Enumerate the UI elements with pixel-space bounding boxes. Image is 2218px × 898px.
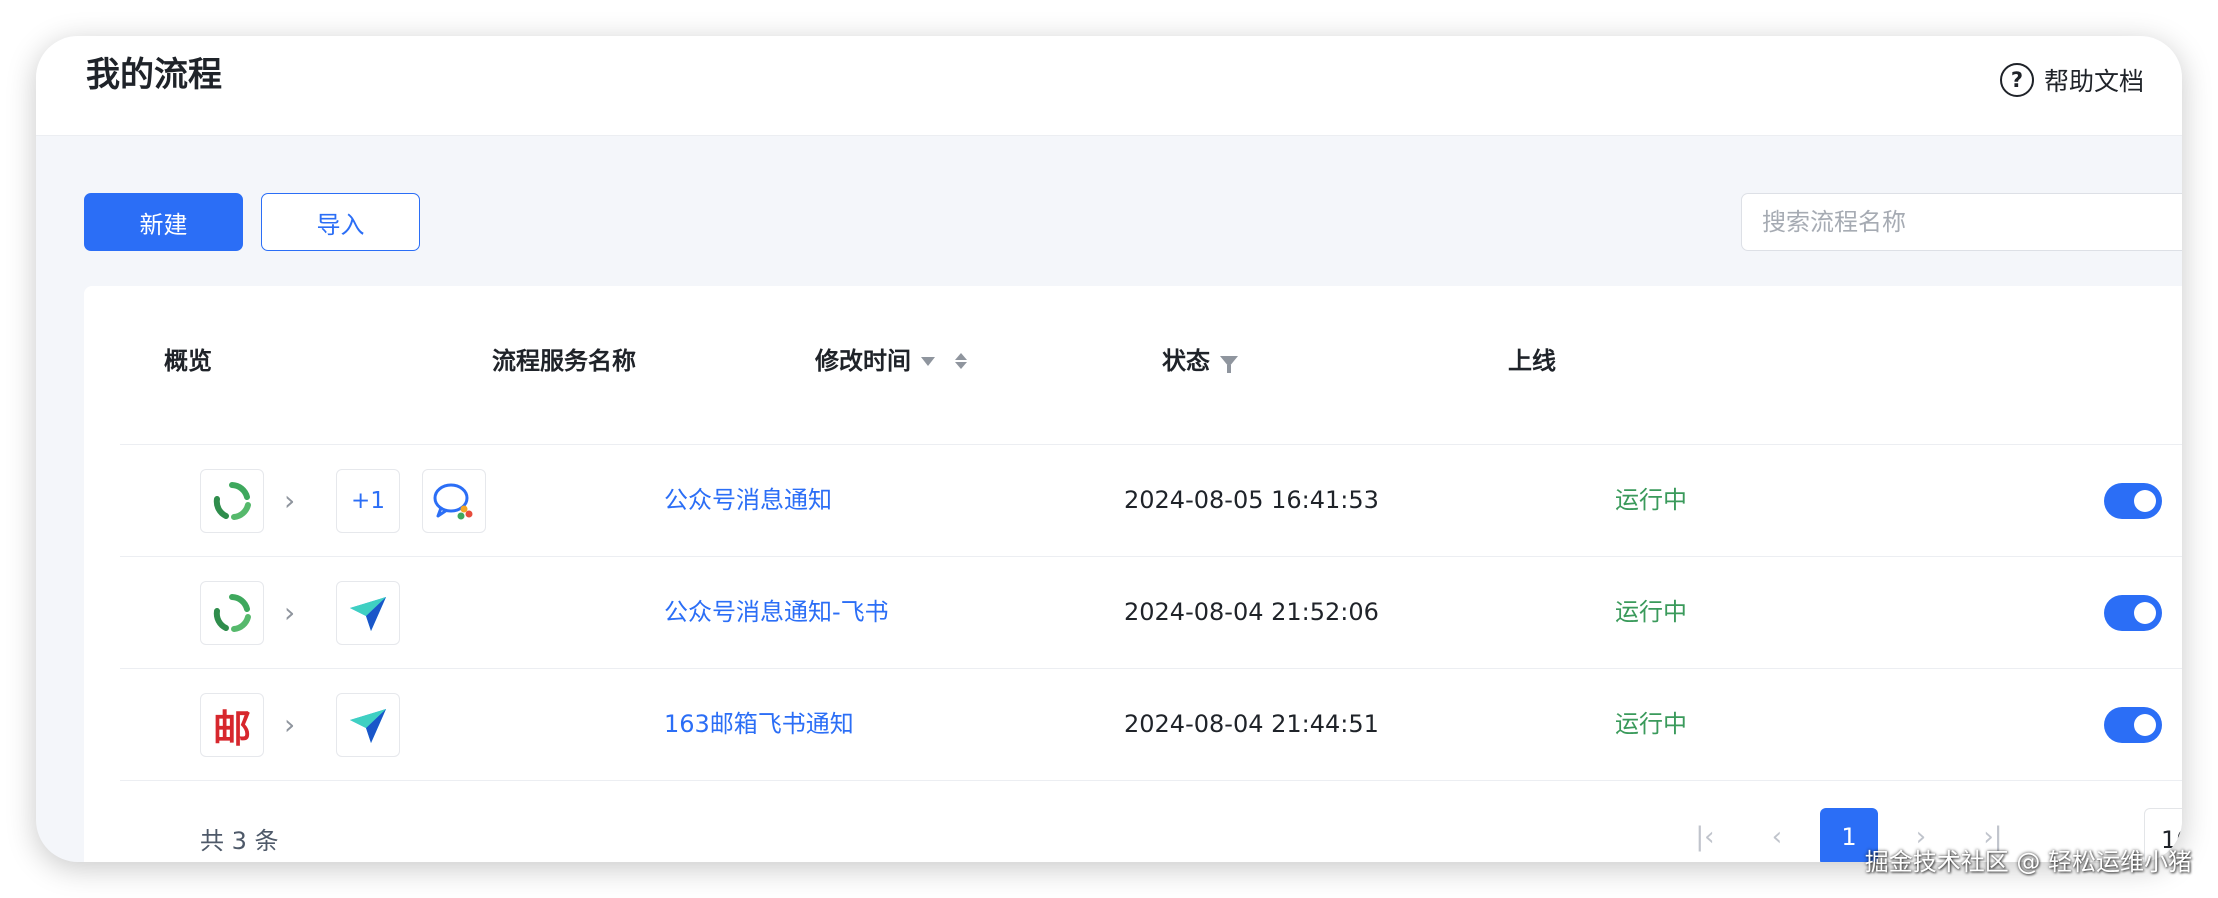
toggle-knob — [2134, 714, 2156, 736]
toggle-knob — [2134, 490, 2156, 512]
feishu-icon — [336, 581, 400, 645]
watermark: 掘金技术社区 @ 轻松运维小猪 — [1864, 848, 2192, 876]
search-input[interactable] — [1741, 193, 2182, 251]
column-header-status[interactable]: 状态 — [1162, 344, 1238, 378]
table-row: › +1 公众号消息通知 2024-08-05 16:41:53 运行中 — [120, 444, 2182, 556]
chevron-right-icon: › — [284, 484, 296, 517]
table-row: 邮 › 163邮箱飞书通知 2024-08-04 21:44:51 运行中 — [120, 668, 2182, 780]
chevron-right-icon: › — [284, 708, 296, 741]
first-page-button[interactable]: |‹ — [1676, 808, 1734, 862]
modified-time: 2024-08-04 21:44:51 — [1124, 710, 1379, 738]
notification-bubble-icon — [422, 469, 486, 533]
prev-page-button[interactable]: ‹ — [1748, 808, 1806, 862]
status-badge: 运行中 — [1615, 598, 1687, 626]
help-docs-label: 帮助文档 — [2043, 67, 2144, 96]
modified-time: 2024-08-05 16:41:53 — [1124, 486, 1379, 514]
status-badge: 运行中 — [1615, 486, 1687, 514]
wechat-official-account-icon — [200, 469, 264, 533]
toggle-knob — [2134, 602, 2156, 624]
page-title: 我的流程 — [86, 55, 222, 95]
column-header-overview: 概览 — [164, 347, 212, 375]
online-toggle[interactable] — [2104, 595, 2162, 631]
online-toggle[interactable] — [2104, 483, 2162, 519]
modified-time: 2024-08-04 21:52:06 — [1124, 598, 1379, 626]
flow-table: 概览 流程服务名称 修改时间 状态 上线 › +1 公众号消息通知 2024-0… — [84, 286, 2182, 862]
feishu-icon — [336, 693, 400, 757]
app-window: 我的流程 ? 帮助文档 新建 导入 概览 流程服务名称 修改时间 状态 上线 — [36, 36, 2182, 862]
help-docs-link[interactable]: ? 帮助文档 — [1999, 62, 2144, 98]
mail-163-icon: 邮 — [200, 693, 264, 757]
import-button[interactable]: 导入 — [261, 193, 420, 251]
plus-one-badge: +1 — [336, 469, 400, 533]
page-header: 我的流程 ? 帮助文档 — [36, 36, 2182, 136]
column-header-online: 上线 — [1508, 347, 1556, 375]
status-badge: 运行中 — [1615, 710, 1687, 738]
total-count: 共 3 条 — [200, 827, 279, 855]
flow-name-link[interactable]: 公众号消息通知 — [664, 483, 832, 517]
sort-dropdown-icon[interactable] — [921, 356, 935, 366]
table-row: › 公众号消息通知-飞书 2024-08-04 21:52:06 运行中 — [120, 556, 2182, 668]
filter-icon[interactable] — [1220, 355, 1238, 373]
wechat-official-account-icon — [200, 581, 264, 645]
column-header-name: 流程服务名称 — [492, 347, 636, 375]
flow-name-link[interactable]: 公众号消息通知-飞书 — [664, 595, 889, 629]
new-button[interactable]: 新建 — [84, 193, 243, 251]
sort-icon[interactable] — [955, 353, 967, 369]
question-circle-icon: ? — [1999, 63, 2034, 97]
flow-name-link[interactable]: 163邮箱飞书通知 — [664, 707, 854, 741]
chevron-right-icon: › — [284, 596, 296, 629]
table-divider — [120, 780, 2182, 781]
online-toggle[interactable] — [2104, 707, 2162, 743]
column-header-modified[interactable]: 修改时间 — [815, 344, 967, 378]
